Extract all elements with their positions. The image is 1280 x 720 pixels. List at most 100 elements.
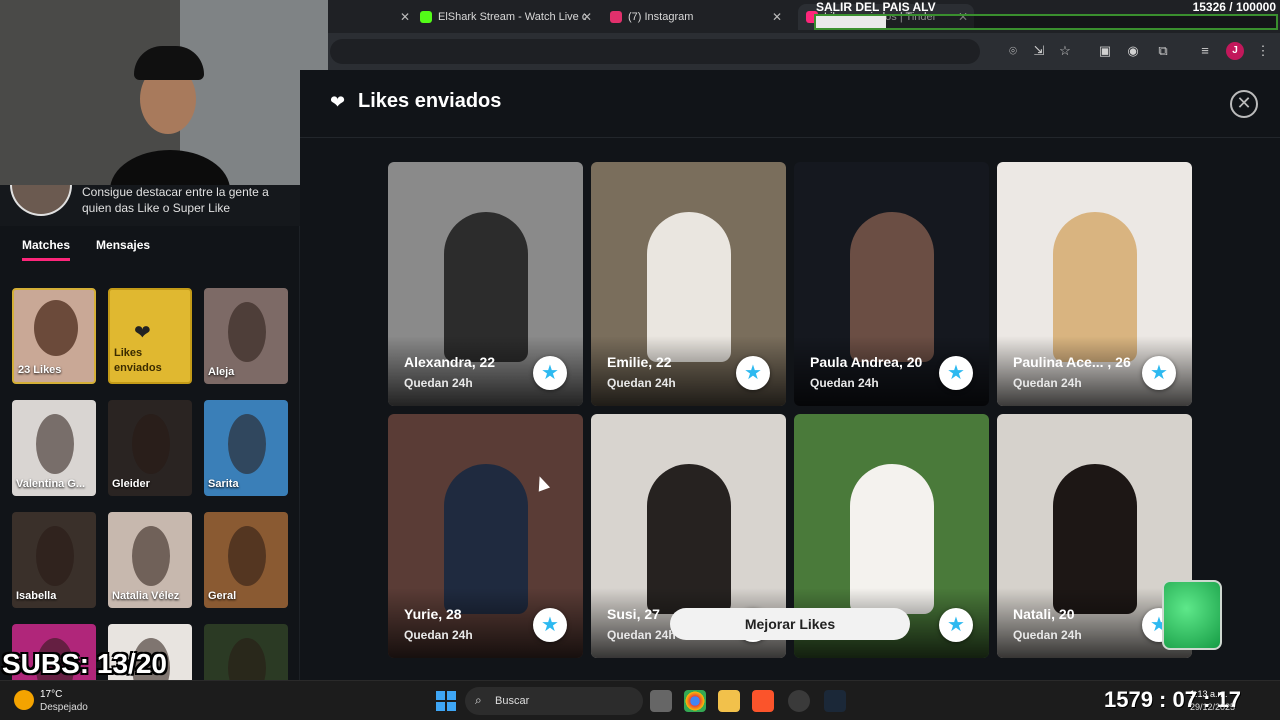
tab-messages[interactable]: Mensajes xyxy=(96,238,150,261)
super-like-star-icon[interactable]: ★ xyxy=(939,356,973,390)
match-name: Isabella xyxy=(16,590,57,602)
profile-time-left: Quedan 24h xyxy=(1013,376,1082,390)
subs-counter: SUBS: 13/20 xyxy=(2,648,167,679)
install-app-icon[interactable]: ⇲ xyxy=(1030,42,1048,60)
profile-avatar[interactable]: J xyxy=(1226,42,1244,60)
match-name: Geral xyxy=(208,590,237,602)
taskbar: 17°C Despejado ⌕ Buscar 1579 : 07 : 17 1… xyxy=(0,680,1280,720)
super-like-star-icon[interactable]: ★ xyxy=(1142,356,1176,390)
profile-time-left: Quedan 24h xyxy=(810,376,879,390)
weather-description: Despejado xyxy=(40,702,88,713)
match-card[interactable]: Gleider xyxy=(108,400,192,496)
close-tab-icon[interactable]: ✕ xyxy=(772,10,782,24)
app-icon[interactable] xyxy=(788,690,810,712)
goal-title: SALIR DEL PAIS ALV xyxy=(816,0,936,14)
kick-favicon-icon xyxy=(420,11,432,23)
profile-name: Paula Andrea, 20 xyxy=(810,354,923,370)
tab-matches[interactable]: Matches xyxy=(22,238,71,261)
profile-card[interactable]: Emilie, 22 Quedan 24h ★ xyxy=(591,162,786,406)
instagram-favicon-icon xyxy=(610,11,622,23)
sidebar-tabs: Matches Mensajes xyxy=(22,238,150,261)
photo-shape xyxy=(228,638,266,680)
bookmark-star-icon[interactable]: ☆ xyxy=(1056,42,1074,60)
brave-icon[interactable] xyxy=(752,690,774,712)
profile-card[interactable]: Alexandra, 22 Quedan 24h ★ xyxy=(388,162,583,406)
match-card[interactable]: Aleja xyxy=(204,288,288,384)
match-card[interactable]: Valentina G... xyxy=(12,400,96,496)
page-title: Likes enviados xyxy=(358,90,502,112)
match-card[interactable]: Natalia Vélez xyxy=(108,512,192,608)
match-name: Gleider xyxy=(112,478,150,490)
photo-shape xyxy=(34,300,78,356)
sent-likes-grid: Alexandra, 22 Quedan 24h ★ Emilie, 22 Quedan… xyxy=(388,162,1196,680)
address-bar[interactable] xyxy=(330,39,980,64)
profile-time-left: Quedan 24h xyxy=(607,628,676,642)
photo-shape xyxy=(36,526,74,586)
photo-shape xyxy=(228,302,266,362)
photo-shape xyxy=(132,414,170,474)
close-button[interactable]: ✕ xyxy=(1230,90,1258,118)
profile-card[interactable]: Paulina Ace... , 26 Quedan 24h ★ xyxy=(997,162,1192,406)
upgrade-likes-button[interactable]: Mejorar Likes xyxy=(670,608,910,640)
extensions-puzzle-icon[interactable]: ⧉ xyxy=(1154,42,1172,60)
tab-title: (7) Instagram xyxy=(628,11,694,23)
profile-time-left: Quedan 24h xyxy=(607,376,676,390)
close-tab-icon[interactable]: ✕ xyxy=(400,10,410,24)
likes-card[interactable]: 23 Likes xyxy=(12,288,96,384)
webcam-overlay xyxy=(0,0,328,185)
likes-count: 23 Likes xyxy=(18,364,62,376)
chrome-icon[interactable] xyxy=(684,690,706,712)
stream-goal-overlay: SALIR DEL PAIS ALV 15326 / 100000 xyxy=(812,0,1280,33)
weather-sun-icon[interactable] xyxy=(14,690,34,710)
location-icon[interactable]: ⌾ xyxy=(1004,42,1022,60)
steam-icon[interactable] xyxy=(824,690,846,712)
file-explorer-icon[interactable] xyxy=(718,690,740,712)
main-content: ❤ Likes enviados ✕ Alexandra, 22 Quedan 2… xyxy=(300,70,1280,680)
match-name: Sarita xyxy=(208,478,239,490)
match-card[interactable]: Isabella xyxy=(12,512,96,608)
task-view-icon[interactable] xyxy=(650,690,672,712)
extension-icon[interactable]: ◉ xyxy=(1124,42,1142,60)
match-card[interactable] xyxy=(204,624,288,680)
search-icon: ⌕ xyxy=(475,693,482,707)
photo-shape xyxy=(36,414,74,474)
clock-time: 1:13 a.m. xyxy=(1190,689,1228,699)
profile-card[interactable]: Yurie, 28 Quedan 24h ★ xyxy=(388,414,583,658)
likes-sent-heart-icon: ❤ xyxy=(330,92,346,112)
match-grid: 23 Likes ❤ Likes enviados Aleja Valentina… xyxy=(12,288,292,680)
profile-time-left: Quedan 24h xyxy=(1013,628,1082,642)
super-like-star-icon[interactable]: ★ xyxy=(533,608,567,642)
profile-card[interactable]: Paula Andrea, 20 Quedan 24h ★ xyxy=(794,162,989,406)
user-avatar[interactable] xyxy=(10,180,72,216)
overlay-jar-graphic xyxy=(1162,580,1222,650)
photo-shape xyxy=(228,526,266,586)
profile-name: Emilie, 22 xyxy=(607,354,672,370)
main-header: ❤ Likes enviados ✕ xyxy=(300,70,1280,138)
taskbar-search[interactable]: ⌕ Buscar xyxy=(465,687,643,715)
tab-title: ElShark Stream - Watch Live on xyxy=(438,11,586,23)
super-like-star-icon[interactable]: ★ xyxy=(736,356,770,390)
browser-tab-instagram[interactable]: (7) Instagram ✕ xyxy=(610,4,782,30)
match-name: Valentina G... xyxy=(16,478,86,490)
media-control-icon[interactable]: ≡ xyxy=(1196,42,1214,60)
likes-sent-card[interactable]: ❤ Likes enviados xyxy=(108,288,192,384)
super-like-star-icon[interactable]: ★ xyxy=(939,608,973,642)
close-tab-icon[interactable]: ✕ xyxy=(582,10,592,24)
profile-time-left: Quedan 24h xyxy=(404,376,473,390)
browser-tab-kick[interactable]: ElShark Stream - Watch Live on ✕ xyxy=(420,4,592,30)
goal-progress-fill xyxy=(816,16,887,28)
windows-start-icon[interactable] xyxy=(436,691,456,711)
goal-count: 15326 / 100000 xyxy=(1192,0,1276,14)
match-card[interactable]: Geral xyxy=(204,512,288,608)
promo-text: Consigue destacar entre la gente a quien… xyxy=(82,185,269,215)
profile-time-left: Quedan 24h xyxy=(404,628,473,642)
match-card[interactable]: Sarita xyxy=(204,400,288,496)
extension-icon[interactable]: ▣ xyxy=(1096,42,1114,60)
browser-tab-blank[interactable]: ✕ xyxy=(330,4,410,30)
super-like-star-icon[interactable]: ★ xyxy=(533,356,567,390)
heart-icon: ❤ xyxy=(134,322,151,344)
photo-shape xyxy=(228,414,266,474)
profile-name: Natali, 20 xyxy=(1013,606,1075,622)
profile-name: Alexandra, 22 xyxy=(404,354,496,370)
menu-kebab-icon[interactable]: ⋮ xyxy=(1254,42,1272,60)
